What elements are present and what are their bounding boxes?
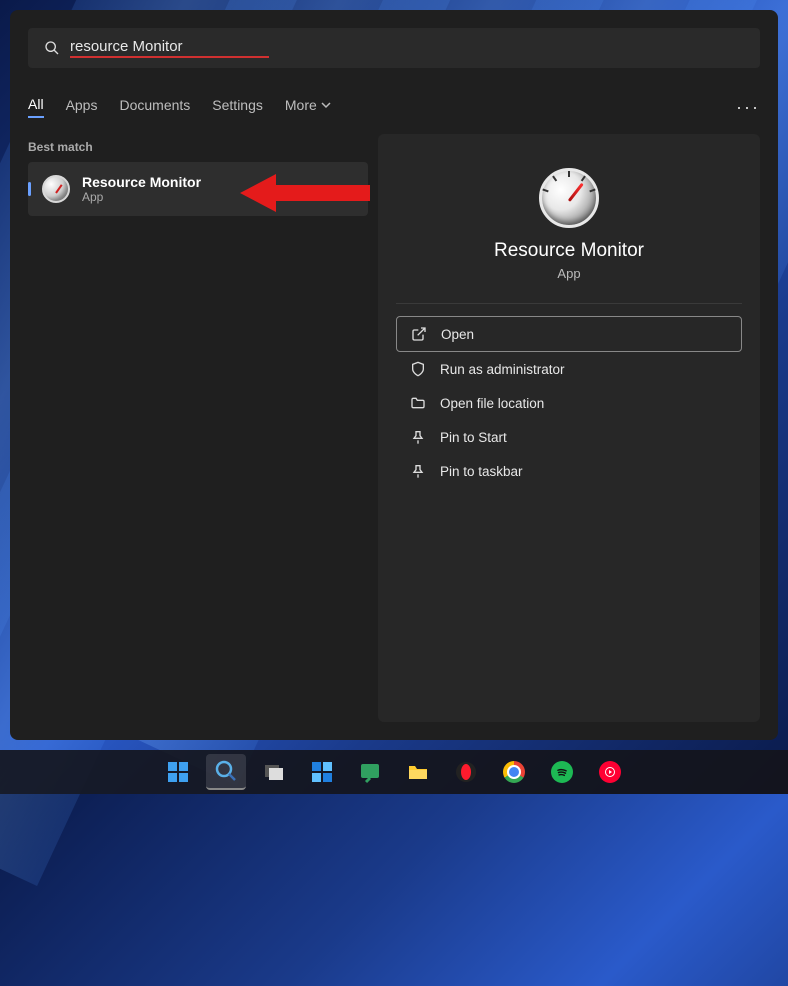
resource-monitor-icon [42,175,70,203]
action-pin-to-start-label: Pin to Start [440,430,507,445]
divider [396,303,742,304]
action-run-as-admin-label: Run as administrator [440,362,565,377]
tab-apps[interactable]: Apps [66,97,98,117]
chat-icon [358,760,382,784]
action-pin-to-start[interactable]: Pin to Start [396,420,742,454]
opera-icon [454,760,478,784]
taskbar-chrome[interactable] [494,754,534,790]
action-pin-to-taskbar-label: Pin to taskbar [440,464,523,479]
section-best-match-label: Best match [28,140,368,154]
tab-all[interactable]: All [28,96,44,118]
taskbar-search[interactable] [206,754,246,790]
chrome-icon [503,761,525,783]
taskbar-start[interactable] [158,754,198,790]
taskbar-widgets[interactable] [302,754,342,790]
windows-start-icon [166,760,190,784]
taskbar-youtube-music[interactable] [590,754,630,790]
search-bar[interactable] [28,28,760,68]
tab-settings[interactable]: Settings [212,97,263,117]
result-resource-monitor[interactable]: Resource Monitor App [28,162,368,216]
more-options-button[interactable]: ··· [736,97,760,118]
tab-documents[interactable]: Documents [119,97,190,117]
result-subtitle: App [82,190,201,204]
folder-icon [410,395,426,411]
task-view-icon [262,760,286,784]
resource-monitor-icon-large [539,168,599,228]
spotify-icon [551,761,573,783]
filter-tabs: All Apps Documents Settings More ··· [28,96,760,118]
search-input[interactable] [70,38,269,58]
search-icon [214,759,238,783]
taskbar-file-explorer[interactable] [398,754,438,790]
youtube-music-icon [599,761,621,783]
shield-icon [410,361,426,377]
tab-more-label: More [285,97,317,113]
results-column: Best match Resource Monitor App [28,134,368,722]
start-search-panel: All Apps Documents Settings More ··· Bes… [10,10,778,740]
open-external-icon [411,326,427,342]
pin-icon [410,463,426,479]
action-open-file-location[interactable]: Open file location [396,386,742,420]
detail-title: Resource Monitor [396,240,742,262]
result-title: Resource Monitor [82,174,201,190]
taskbar-spotify[interactable] [542,754,582,790]
taskbar [0,750,788,794]
detail-pane: Resource Monitor App Open Run as adminis… [378,134,760,722]
action-open-label: Open [441,327,474,342]
taskbar-opera[interactable] [446,754,486,790]
search-icon [44,40,60,56]
annotation-arrow [240,170,370,216]
detail-subtitle: App [396,266,742,281]
action-open-file-location-label: Open file location [440,396,544,411]
tab-more[interactable]: More [285,97,331,117]
pin-icon [410,429,426,445]
folder-icon [406,760,430,784]
widgets-icon [310,760,334,784]
action-pin-to-taskbar[interactable]: Pin to taskbar [396,454,742,488]
chevron-down-icon [321,100,331,110]
taskbar-chat[interactable] [350,754,390,790]
action-run-as-admin[interactable]: Run as administrator [396,352,742,386]
action-open[interactable]: Open [396,316,742,352]
taskbar-task-view[interactable] [254,754,294,790]
